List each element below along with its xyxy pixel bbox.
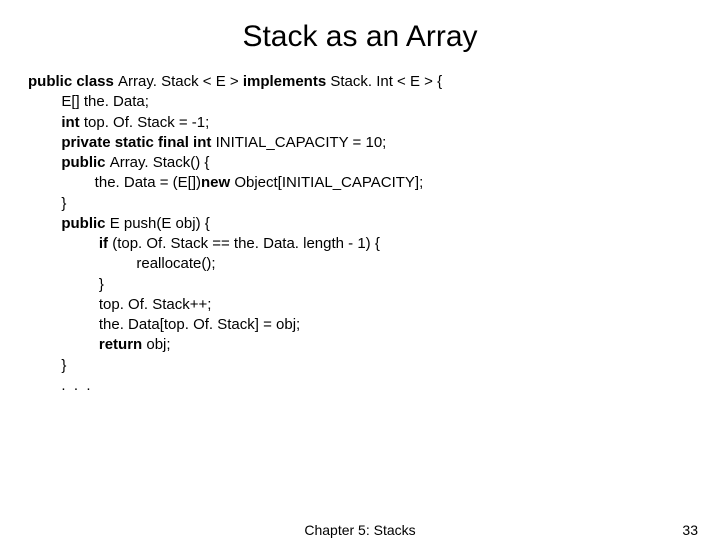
txt: the. Data = (E[]) [28, 174, 201, 191]
txt: INITIAL_CAPACITY = 10; [216, 134, 387, 151]
kw-implements: implements [243, 73, 331, 90]
txt: Array. Stack < E > [118, 73, 243, 90]
indent [28, 215, 61, 232]
code-line: the. Data[top. Of. Stack] = obj; [28, 316, 300, 333]
code-line: . . . [28, 377, 91, 394]
code-line: E[] the. Data; [28, 93, 149, 110]
code-block: public class Array. Stack < E > implemen… [0, 72, 720, 396]
kw-int: int [61, 114, 84, 131]
kw-if: if [99, 235, 112, 252]
indent [28, 134, 61, 151]
page-number: 33 [682, 522, 698, 538]
code-line: top. Of. Stack++; [28, 296, 211, 313]
kw-private-static-final-int: private static final int [61, 134, 215, 151]
footer-chapter: Chapter 5: Stacks [304, 522, 415, 538]
code-line: } [28, 357, 66, 374]
slide-title: Stack as an Array [0, 0, 720, 72]
indent [28, 154, 61, 171]
code-line: } [28, 195, 66, 212]
kw-public: public [61, 215, 109, 232]
indent [28, 235, 99, 252]
kw-new: new [201, 174, 234, 191]
txt: Array. Stack() { [110, 154, 210, 171]
code-line: } [28, 276, 104, 293]
code-line: reallocate(); [28, 255, 216, 272]
kw-public-class: public class [28, 73, 118, 90]
kw-public: public [61, 154, 109, 171]
txt: top. Of. Stack = -1; [84, 114, 209, 131]
txt: obj; [146, 336, 170, 353]
txt: Stack. Int < E > { [330, 73, 442, 90]
slide: Stack as an Array public class Array. St… [0, 0, 720, 540]
kw-return: return [99, 336, 147, 353]
indent [28, 336, 99, 353]
indent [28, 114, 61, 131]
txt: (top. Of. Stack == the. Data. length - 1… [112, 235, 380, 252]
txt: E push(E obj) { [110, 215, 210, 232]
txt: Object[INITIAL_CAPACITY]; [234, 174, 423, 191]
